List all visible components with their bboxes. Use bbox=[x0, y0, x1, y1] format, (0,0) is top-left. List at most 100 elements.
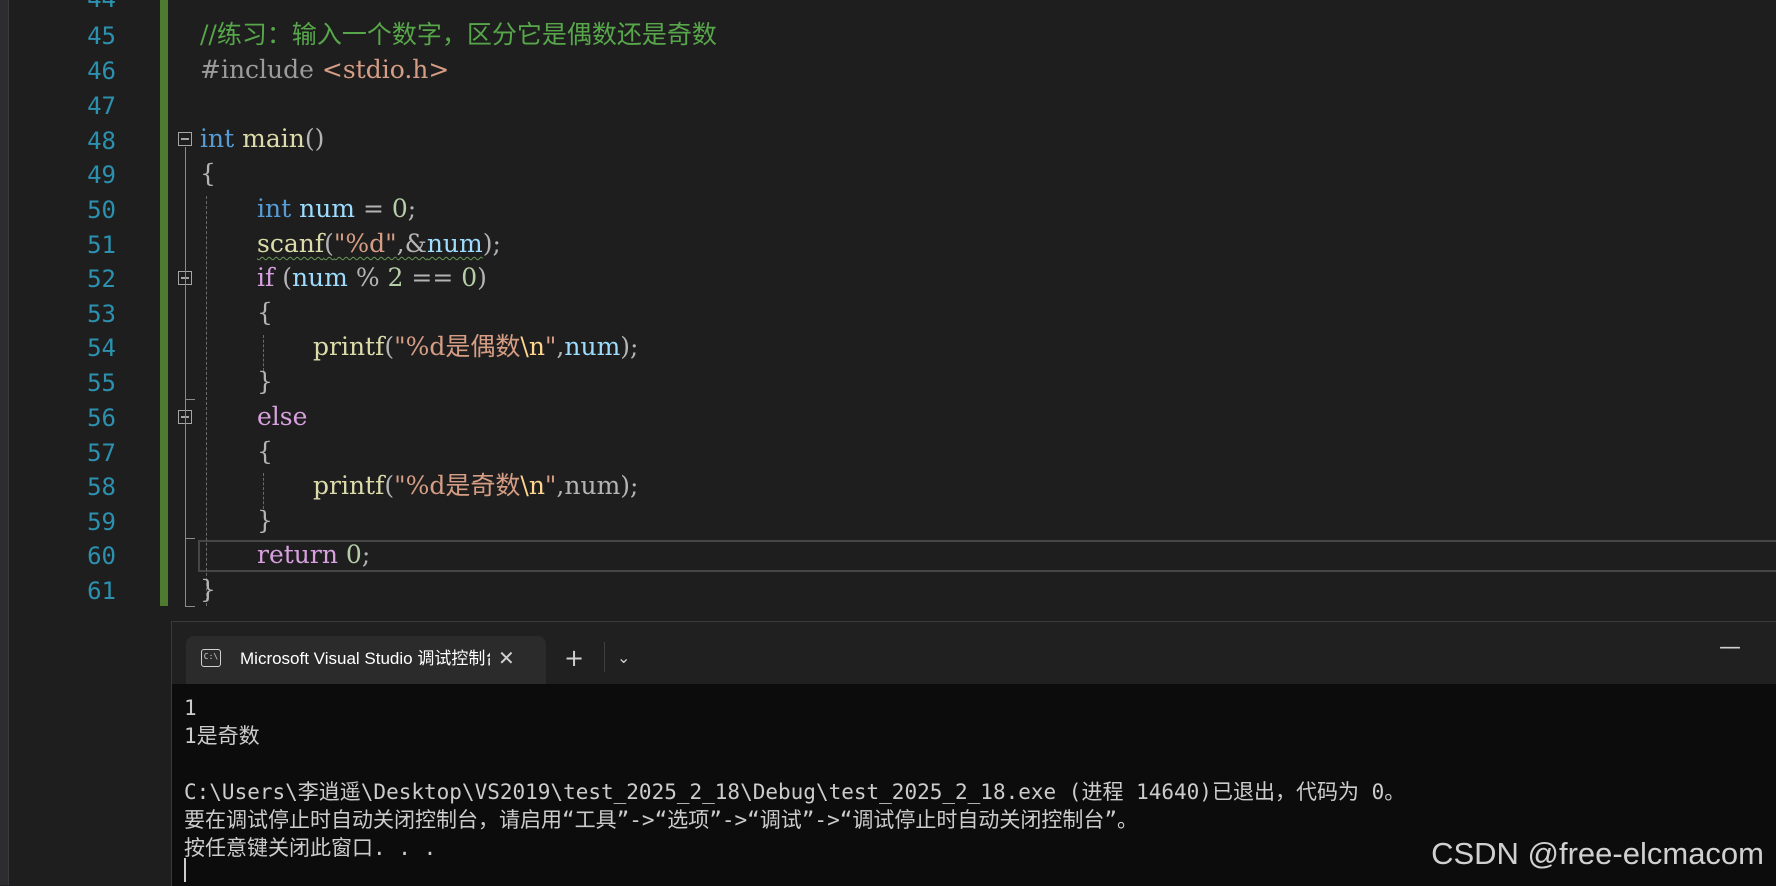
control-keyword: else bbox=[257, 402, 308, 431]
line-number: 55 bbox=[87, 369, 116, 397]
warning-squiggle[interactable]: scanf("%d",&num bbox=[257, 229, 483, 258]
code-line-46[interactable]: #include <stdio.h> bbox=[200, 53, 449, 87]
punctuation: ) bbox=[477, 263, 487, 292]
line-number: 50 bbox=[87, 196, 116, 224]
variable: num bbox=[426, 229, 483, 258]
line-number: 45 bbox=[87, 22, 116, 50]
titlebar-divider bbox=[604, 642, 605, 672]
string-literal: "%d" bbox=[333, 229, 397, 258]
operator: % bbox=[347, 263, 388, 292]
string-literal: "%d是偶数 bbox=[394, 332, 521, 361]
fold-guide-end-else bbox=[185, 538, 195, 539]
punctuation: ( bbox=[384, 471, 395, 500]
left-tool-strip bbox=[0, 0, 8, 885]
function-name: printf bbox=[313, 471, 385, 500]
code-line-58[interactable]: printf("%d是奇数\n",num); bbox=[313, 469, 638, 503]
variable: num bbox=[564, 471, 621, 500]
variable: num bbox=[299, 194, 356, 223]
line-number: 61 bbox=[87, 577, 116, 605]
line-number: 52 bbox=[87, 265, 116, 293]
chevron-down-icon[interactable]: ⌄ bbox=[617, 644, 630, 672]
brace: { bbox=[257, 437, 273, 466]
operator: = bbox=[355, 194, 392, 223]
fold-guide-end-if bbox=[185, 399, 195, 400]
include-header: <stdio.h> bbox=[321, 55, 450, 84]
control-keyword: return bbox=[257, 540, 338, 569]
code-line-59[interactable]: } bbox=[257, 504, 273, 538]
console-tab-title: Microsoft Visual Studio 调试控制台 bbox=[240, 649, 490, 668]
line-number: 56 bbox=[87, 404, 116, 432]
indent-guide bbox=[206, 196, 207, 606]
escape-sequence: \n bbox=[520, 471, 545, 500]
console-tab[interactable]: C:\ Microsoft Visual Studio 调试控制台 ✕ bbox=[186, 636, 546, 684]
code-line-50[interactable]: int num = 0; bbox=[257, 192, 416, 226]
string-literal: " bbox=[544, 471, 557, 500]
code-line-52[interactable]: if (num % 2 == 0) bbox=[257, 261, 487, 295]
preprocessor-directive: #include bbox=[200, 55, 314, 84]
code-comment: //练习：输入一个数字，区分它是偶数还是奇数 bbox=[200, 20, 717, 49]
current-line-highlight bbox=[198, 540, 1776, 572]
strip-divider bbox=[8, 0, 9, 885]
punctuation: ); bbox=[620, 332, 639, 361]
line-number: 51 bbox=[87, 231, 116, 259]
text-cursor bbox=[184, 858, 186, 882]
brace: { bbox=[257, 298, 273, 327]
code-line-49[interactable]: { bbox=[200, 157, 216, 191]
line-number: 48 bbox=[87, 127, 116, 155]
fold-toggle-main[interactable] bbox=[178, 132, 192, 146]
semicolon: ; bbox=[361, 540, 371, 569]
function-name: printf bbox=[313, 332, 385, 361]
line-number: 44 bbox=[44, 0, 116, 16]
line-number: 47 bbox=[87, 92, 116, 120]
watermark: CSDN @free-elcmacom bbox=[1431, 836, 1764, 871]
brace: } bbox=[257, 367, 273, 396]
line-number: 46 bbox=[87, 57, 116, 85]
new-tab-plus-icon[interactable]: + bbox=[564, 644, 584, 672]
type-keyword: int bbox=[257, 194, 292, 223]
line-number: 57 bbox=[87, 439, 116, 467]
code-line-61[interactable]: } bbox=[200, 573, 216, 607]
line-number: 58 bbox=[87, 473, 116, 501]
number-literal: 0 bbox=[391, 194, 408, 223]
code-line-51[interactable]: scanf("%d",&num); bbox=[257, 227, 501, 261]
number-literal: 2 bbox=[387, 263, 404, 292]
punctuation: ( bbox=[274, 263, 292, 292]
code-line-45[interactable]: //练习：输入一个数字，区分它是偶数还是奇数 bbox=[200, 18, 717, 52]
function-name: scanf bbox=[257, 229, 325, 258]
console-titlebar[interactable]: C:\ Microsoft Visual Studio 调试控制台 ✕ + ⌄ … bbox=[172, 622, 1776, 684]
close-tab-icon[interactable]: ✕ bbox=[498, 644, 515, 672]
code-line-54[interactable]: printf("%d是偶数\n",num); bbox=[313, 330, 638, 364]
line-number: 53 bbox=[87, 300, 116, 328]
semicolon: ; bbox=[407, 194, 417, 223]
code-line-56[interactable]: else bbox=[257, 400, 307, 434]
type-keyword: int bbox=[200, 124, 235, 153]
code-line-57[interactable]: { bbox=[257, 435, 273, 469]
number-literal: 0 bbox=[345, 540, 362, 569]
brace: } bbox=[257, 506, 273, 535]
code-line-60[interactable]: return 0; bbox=[257, 538, 370, 572]
code-line-55[interactable]: } bbox=[257, 365, 273, 399]
punctuation: ( bbox=[324, 229, 334, 258]
number-literal: 0 bbox=[461, 263, 478, 292]
line-number: 54 bbox=[87, 334, 116, 362]
punctuation: () bbox=[304, 124, 325, 153]
console-line: 1是奇数 bbox=[184, 724, 260, 748]
variable: num bbox=[291, 263, 348, 292]
control-keyword: if bbox=[257, 263, 275, 292]
code-line-48[interactable]: int main() bbox=[200, 122, 324, 156]
escape-sequence: \n bbox=[520, 332, 545, 361]
punctuation: ,& bbox=[396, 229, 427, 258]
fold-guide-end-main bbox=[185, 606, 195, 607]
console-line: 1 bbox=[184, 696, 197, 720]
string-literal: "%d是奇数 bbox=[394, 471, 521, 500]
console-line: C:\Users\李逍遥\Desktop\VS2019\test_2025_2_… bbox=[184, 780, 1406, 804]
punctuation: ( bbox=[384, 332, 395, 361]
brace: { bbox=[200, 159, 216, 188]
function-name: main bbox=[242, 124, 305, 153]
line-number: 60 bbox=[87, 542, 116, 570]
code-line-53[interactable]: { bbox=[257, 296, 273, 330]
line-number: 49 bbox=[87, 161, 116, 189]
variable: num bbox=[564, 332, 621, 361]
minimize-icon[interactable]: — bbox=[1719, 636, 1741, 660]
